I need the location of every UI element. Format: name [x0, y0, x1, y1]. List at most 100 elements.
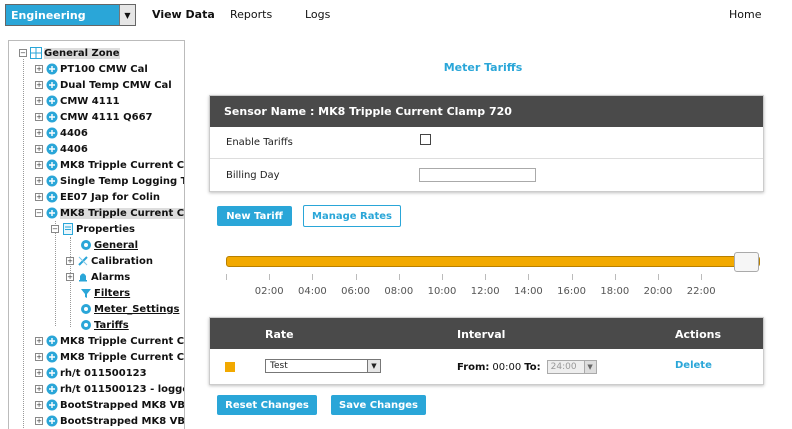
- tree-item-sensor[interactable]: +4406: [35, 125, 88, 141]
- timeline-tick: [398, 274, 400, 280]
- timeline-tick-label: 08:00: [384, 286, 414, 297]
- expand-icon[interactable]: +: [35, 401, 43, 409]
- tree-item-sensor[interactable]: + CMW 4111 Q667: [35, 109, 153, 125]
- expand-icon[interactable]: +: [66, 273, 74, 281]
- tree-item-sensor[interactable]: − MK8 Tripple Current Cla: [35, 205, 184, 221]
- document-icon: [63, 223, 73, 235]
- chevron-down-icon[interactable]: ▼: [583, 361, 596, 373]
- sensor-icon: [46, 351, 58, 363]
- tree-item-label: Single Temp Logging Te: [60, 175, 185, 187]
- expand-icon[interactable]: +: [35, 177, 43, 185]
- expand-icon[interactable]: +: [35, 385, 43, 393]
- collapse-icon[interactable]: −: [19, 49, 27, 57]
- timeline-tick-label: 14:00: [513, 286, 543, 297]
- timeline-tick: [485, 274, 487, 280]
- nav-home[interactable]: Home: [729, 8, 761, 21]
- timeline-tick: [442, 274, 443, 280]
- sensor-tree: − General Zone + PT100 CMW Cal + Dual Temp …: [8, 40, 185, 429]
- enable-tariffs-checkbox[interactable]: [420, 134, 431, 145]
- collapse-icon[interactable]: −: [35, 209, 43, 217]
- tree-item-label: rh/t 011500123: [60, 367, 147, 379]
- rates-table-header: Rate Interval Actions: [210, 318, 763, 349]
- nav-view-data[interactable]: View Data: [152, 8, 215, 21]
- chevron-down-icon[interactable]: ▼: [367, 360, 380, 372]
- tree-item-sensor[interactable]: + BootStrapped MK8 VB: [35, 397, 185, 413]
- gauge-icon: [81, 304, 91, 314]
- top-bar: Engineering ▼ View Data Reports Logs Hom…: [0, 0, 792, 30]
- reset-changes-button[interactable]: Reset Changes: [217, 395, 317, 415]
- manage-rates-button[interactable]: Manage Rates: [303, 205, 401, 227]
- circle-icon: [81, 240, 91, 250]
- expand-icon[interactable]: +: [35, 113, 43, 121]
- tree-item-sensor[interactable]: + CMW 4111: [35, 93, 120, 109]
- expand-icon[interactable]: +: [35, 369, 43, 377]
- tree-root[interactable]: − General Zone: [19, 45, 120, 61]
- nav-logs[interactable]: Logs: [305, 8, 330, 21]
- tree-item-sensor[interactable]: + Single Temp Logging Te: [35, 173, 185, 189]
- tree-root-label: General Zone: [44, 47, 120, 59]
- tree-item-sensor[interactable]: + MK8 Tripple Current Cla: [35, 333, 185, 349]
- timeline-handle[interactable]: [734, 252, 759, 272]
- tariff-timeline-bar[interactable]: [226, 256, 760, 267]
- tree-item-alarms[interactable]: + Alarms: [66, 269, 130, 285]
- timeline-tick: [269, 274, 271, 280]
- tree-item-sensor[interactable]: +4406: [35, 141, 88, 157]
- collapse-icon[interactable]: −: [51, 225, 59, 233]
- timeline-tick-label: 22:00: [686, 286, 716, 297]
- new-tariff-button[interactable]: New Tariff: [217, 206, 292, 226]
- expand-icon[interactable]: +: [35, 161, 43, 169]
- billing-day-row: Billing Day: [210, 160, 763, 192]
- tree-item-label: MK8 Tripple Current Cla: [60, 159, 185, 171]
- sensor-icon: [46, 127, 58, 139]
- tree-item-label: CMW 4111: [60, 95, 120, 107]
- zone-select[interactable]: Engineering ▼: [5, 4, 136, 26]
- tree-item-label: MK8 Tripple Current Cla: [60, 335, 185, 347]
- expand-icon[interactable]: +: [35, 337, 43, 345]
- tree-item-calibration[interactable]: + Calibration: [66, 253, 153, 269]
- tree-item-properties[interactable]: − Properties: [51, 221, 135, 237]
- timeline-tick-label: 04:00: [297, 286, 327, 297]
- rate-select[interactable]: Test ▼: [265, 359, 381, 373]
- tree-item-sensor[interactable]: + MK8 Tripple Current Cla: [35, 349, 184, 365]
- sensor-icon: [46, 175, 58, 187]
- tree-item-label: MK8 Tripple Current Cla: [60, 207, 184, 219]
- tree-item-sensor[interactable]: + EE07 Jap for Colin: [35, 189, 160, 205]
- timeline-tick: [658, 274, 659, 280]
- tree-item-label: 4406: [60, 127, 88, 139]
- expand-icon[interactable]: +: [35, 193, 43, 201]
- billing-day-input[interactable]: [419, 168, 536, 182]
- expand-icon[interactable]: +: [35, 417, 43, 425]
- timeline-tick: [528, 274, 530, 280]
- timeline-tick-label: 12:00: [470, 286, 500, 297]
- chevron-down-icon[interactable]: ▼: [119, 5, 135, 25]
- tariff-icon: [81, 320, 91, 330]
- expand-icon[interactable]: +: [35, 129, 43, 137]
- tree-item-sensor[interactable]: + rh/t 011500123: [35, 365, 147, 381]
- tree-item-label: BootStrapped MK8 VB: [60, 399, 185, 411]
- timeline-tick: [571, 274, 573, 280]
- tree-item-filters[interactable]: Filters: [80, 285, 130, 301]
- tree-item-sensor[interactable]: + PT100 CMW Cal: [35, 61, 148, 77]
- sensor-name-header: Sensor Name : MK8 Tripple Current Clamp …: [210, 96, 763, 127]
- expand-icon[interactable]: +: [35, 145, 43, 153]
- tree-item-sensor[interactable]: + BootStrapped MK8 VB -: [35, 413, 184, 429]
- expand-icon[interactable]: +: [66, 257, 74, 265]
- nav-reports[interactable]: Reports: [230, 8, 272, 21]
- sensor-icon: [46, 383, 58, 395]
- timeline-tick-label: 10:00: [427, 286, 457, 297]
- tree-item-meter-settings[interactable]: Meter_Settings: [80, 301, 179, 317]
- tree-item-sensor[interactable]: + rh/t 011500123 - logged: [35, 381, 184, 397]
- tree-item-sensor[interactable]: + Dual Temp CMW Cal: [35, 77, 172, 93]
- interval-to-select[interactable]: 24:00 ▼: [546, 360, 597, 374]
- sensor-icon: [46, 191, 58, 203]
- tree-item-tariffs[interactable]: Tariffs: [80, 317, 129, 333]
- interval-cell: From: 00:00 To: 24:00 ▼: [457, 360, 597, 374]
- expand-icon[interactable]: +: [35, 353, 43, 361]
- tree-item-general[interactable]: General: [80, 237, 138, 253]
- expand-icon[interactable]: +: [35, 97, 43, 105]
- expand-icon[interactable]: +: [35, 65, 43, 73]
- tree-item-sensor[interactable]: + MK8 Tripple Current Cla: [35, 157, 185, 173]
- expand-icon[interactable]: +: [35, 81, 43, 89]
- save-changes-button[interactable]: Save Changes: [331, 395, 426, 415]
- delete-rate-link[interactable]: Delete: [675, 360, 712, 371]
